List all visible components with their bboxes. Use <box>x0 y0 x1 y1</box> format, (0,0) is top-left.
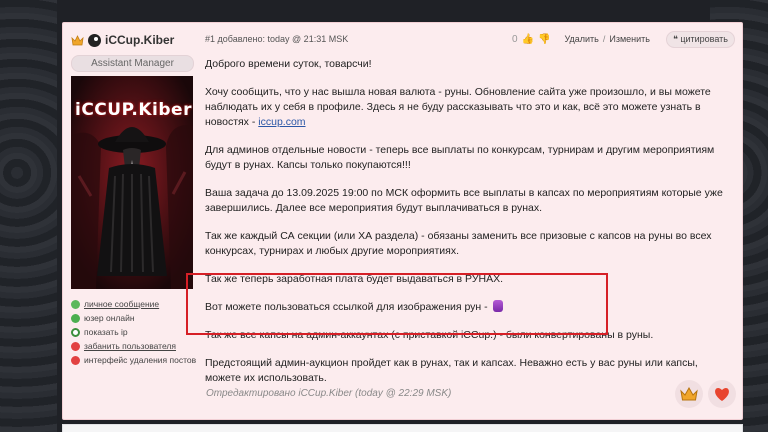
votes: 0 👍 👎 <box>512 34 550 45</box>
separator: / <box>602 34 606 44</box>
background-left <box>0 0 57 432</box>
vote-count: 0 <box>512 33 518 45</box>
post-timestamp: #1 добавлено: today @ 21:31 MSK <box>205 34 349 44</box>
crown-icon <box>680 387 698 401</box>
quote-button[interactable]: ❝ цитировать <box>665 30 735 48</box>
link-label: юзер онлайн <box>84 313 135 323</box>
news-link[interactable]: iccup.com <box>258 116 305 128</box>
avatar-logo-text: iCCUP.Kiber <box>75 100 192 120</box>
crown-icon <box>71 34 84 45</box>
paragraph: Предстоящий админ-аукцион пройдет как в … <box>205 357 698 384</box>
username[interactable]: iCCup.Kiber <box>105 33 174 47</box>
heart-icon <box>715 388 729 401</box>
ban-user-link[interactable]: забанить пользователя <box>71 339 201 353</box>
avatar: iCCUP.Kiber <box>71 76 193 289</box>
delete-icon <box>71 355 80 365</box>
link-label: интерфейс удаления постов <box>84 355 197 365</box>
next-post <box>62 424 743 432</box>
quote-icon: ❝ <box>672 33 678 44</box>
link-label: показать ip <box>84 327 128 337</box>
paragraph: Ваша задача до 13.09.2025 19:00 по МСК о… <box>205 187 723 214</box>
online-icon <box>71 313 80 323</box>
paragraph: Доброго времени суток, товарсчи! <box>205 58 372 70</box>
delete-button[interactable]: Удалить <box>564 34 598 44</box>
private-message-link[interactable]: личное сообщение <box>71 297 201 311</box>
thumbs-up-icon[interactable]: 👍 <box>522 34 534 45</box>
post-meta: #1 добавлено: today @ 21:31 MSK 0 👍 👎 Уд… <box>205 29 735 49</box>
paragraph: Хочу сообщить, что у нас вышла новая вал… <box>205 85 735 130</box>
user-online-status: юзер онлайн <box>71 311 201 325</box>
edit-button[interactable]: Изменить <box>609 34 650 44</box>
user-role-badge: Assistant Manager <box>71 55 194 72</box>
thumbs-down-icon[interactable]: 👎 <box>538 34 550 45</box>
message-icon <box>71 299 80 309</box>
crown-reaction-button[interactable] <box>675 380 703 408</box>
ban-icon <box>71 341 80 351</box>
paragraph: Для админов отдельные новости - теперь в… <box>205 144 715 171</box>
link-label: забанить пользователя <box>84 341 176 351</box>
ip-icon <box>71 327 80 337</box>
post-body: Доброго времени суток, товарсчи! Хочу со… <box>205 57 735 386</box>
user-actions: личное сообщение юзер онлайн показать ip… <box>71 297 201 367</box>
show-ip-link[interactable]: показать ip <box>71 325 201 339</box>
heart-reaction-button[interactable] <box>708 380 736 408</box>
user-panel: iCCup.Kiber Assistant Manager iCCUP.Kibe… <box>71 31 201 367</box>
profile-badge-icon <box>88 33 101 47</box>
paragraph: Так же каждый СА секции (или ХА раздела)… <box>205 230 712 257</box>
highlight-box <box>186 273 608 335</box>
quote-label: цитировать <box>680 33 728 44</box>
forum-post: iCCup.Kiber Assistant Manager iCCUP.Kibe… <box>62 22 743 420</box>
delete-posts-interface-link[interactable]: интерфейс удаления постов <box>71 353 201 367</box>
edited-note: Отредактировано iCCup.Kiber (today @ 22:… <box>206 388 452 399</box>
link-label: личное сообщение <box>84 299 160 309</box>
post-content: #1 добавлено: today @ 21:31 MSK 0 👍 👎 Уд… <box>205 29 735 399</box>
